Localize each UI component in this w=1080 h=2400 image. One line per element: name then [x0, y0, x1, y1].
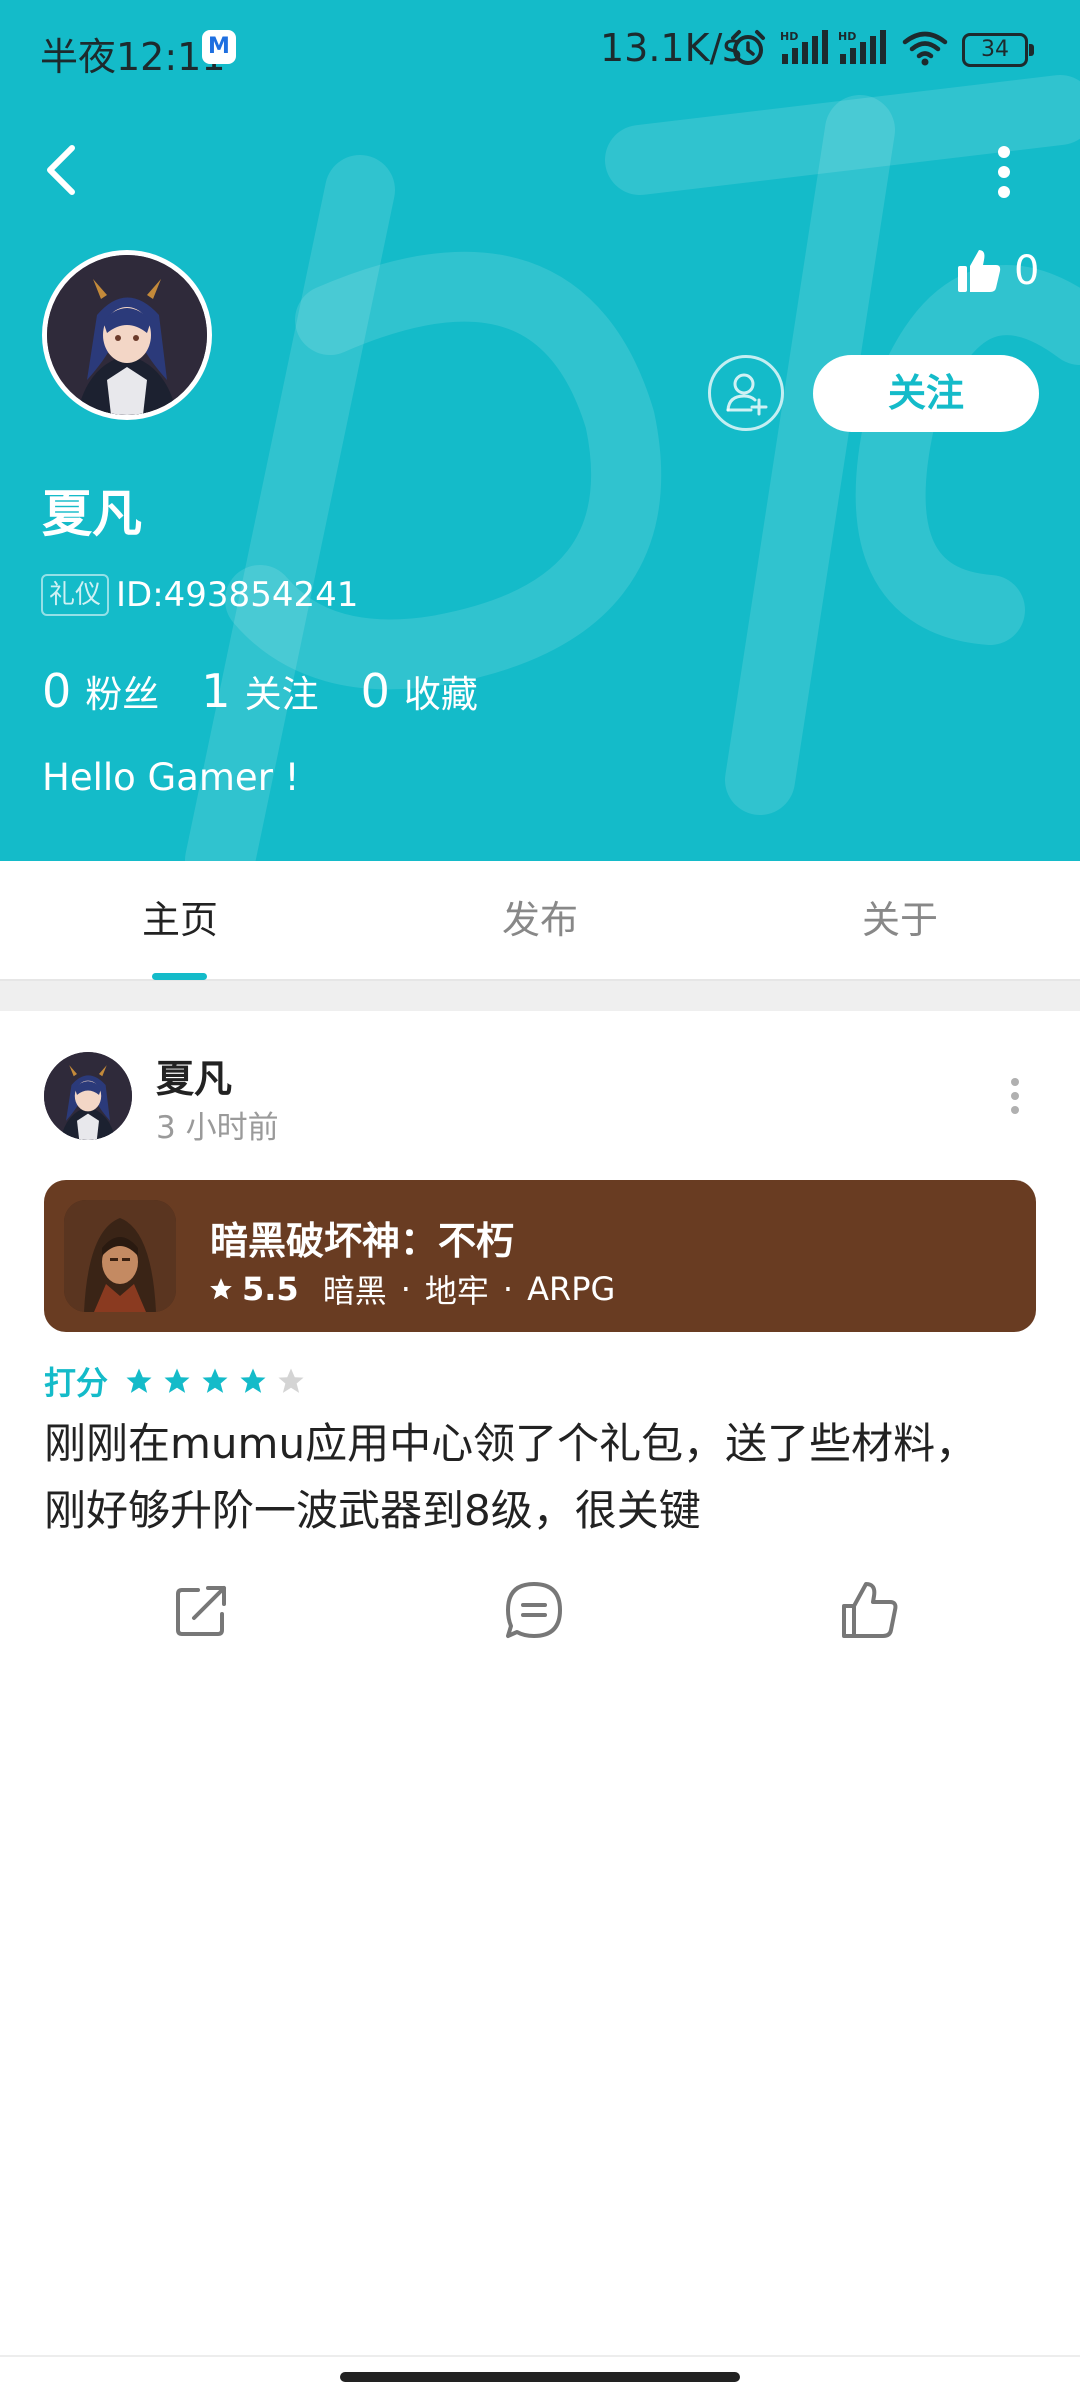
- follow-button[interactable]: 关注: [813, 355, 1039, 432]
- avatar-illustration-small: [44, 1052, 132, 1140]
- status-time: 半夜12:11: [40, 35, 226, 79]
- post-more-icon[interactable]: [1000, 1076, 1030, 1116]
- like-icon[interactable]: [838, 1578, 902, 1642]
- post-author-avatar[interactable]: [44, 1052, 132, 1140]
- stat-fans-label: 粉丝: [85, 673, 160, 716]
- game-meta: 5.5 暗黑 · 地牢 · ARPG: [208, 1266, 615, 1312]
- add-friend-button[interactable]: [708, 355, 784, 431]
- svg-text:HD: HD: [780, 30, 798, 43]
- tab-posts[interactable]: 发布: [360, 861, 720, 979]
- profile-bio: Hello Gamer !: [42, 756, 300, 799]
- stat-following-label: 关注: [244, 673, 319, 716]
- profile-header: 半夜12:11 M 13.1K/s HD HD 34 0 关注 夏凡 礼仪 ID…: [0, 0, 1080, 861]
- stat-favorites[interactable]: 0 收藏: [361, 664, 478, 718]
- stat-favorites-count: 0: [360, 664, 390, 718]
- post-timestamp: 3 小时前: [156, 1110, 279, 1146]
- svg-text:HD: HD: [838, 30, 856, 43]
- profile-like[interactable]: 0: [956, 248, 1039, 294]
- comment-icon[interactable]: [502, 1578, 566, 1642]
- game-score: 5.5: [242, 1270, 299, 1308]
- stat-fans[interactable]: 0 粉丝: [42, 664, 159, 718]
- user-id: ID:493854241: [116, 575, 359, 615]
- avatar-illustration: [47, 255, 207, 415]
- post-rating: 打分: [44, 1358, 314, 1404]
- star-filled-icon: [240, 1368, 266, 1393]
- rating-stars: [124, 1366, 314, 1396]
- post-text-line: 刚刚在mumu应用中心领了个礼包，送了些材料，: [44, 1419, 978, 1468]
- status-bar: 半夜12:11 M 13.1K/s HD HD 34: [0, 0, 1080, 96]
- post-text-line: 刚好够升阶一波武器到8级，很关键: [44, 1486, 701, 1535]
- section-divider: [0, 981, 1080, 1011]
- active-tab-indicator: [152, 973, 207, 980]
- username: 夏凡: [42, 485, 142, 543]
- star-filled-icon: [126, 1368, 152, 1393]
- tab-home[interactable]: 主页: [0, 861, 360, 979]
- signal-icon-2: HD: [838, 30, 886, 64]
- alarm-icon: [731, 30, 765, 65]
- app-notification-icon: M: [202, 30, 236, 64]
- tag-separator: ·: [400, 1270, 411, 1308]
- stat-fans-count: 0: [42, 664, 72, 718]
- signal-icon: HD: [780, 30, 828, 64]
- game-cover-art: [64, 1200, 176, 1312]
- star-filled-icon: [202, 1368, 228, 1393]
- thumbs-up-icon: [958, 250, 1001, 292]
- star-empty-icon: [278, 1368, 304, 1393]
- profile-tabs: 主页 发布 关于: [0, 861, 1080, 981]
- network-speed: 13.1K/s: [600, 26, 743, 70]
- back-icon[interactable]: [38, 142, 88, 198]
- wifi-icon: [902, 31, 948, 66]
- stat-following[interactable]: 1 关注: [201, 664, 318, 718]
- tab-about[interactable]: 关于: [720, 861, 1080, 979]
- profile-stats: 0 粉丝 1 关注 0 收藏: [42, 664, 520, 718]
- game-tag: 地牢: [424, 1272, 489, 1310]
- tag-separator: ·: [502, 1270, 514, 1308]
- add-user-icon: [726, 373, 768, 416]
- game-tag: 暗黑: [322, 1272, 387, 1310]
- rating-label: 打分: [44, 1364, 109, 1402]
- star-filled-icon: [164, 1368, 190, 1393]
- more-options-icon[interactable]: [984, 142, 1024, 202]
- like-count: 0: [1014, 248, 1040, 294]
- game-card[interactable]: 暗黑破坏神：不朽 5.5 暗黑 · 地牢 · ARPG: [44, 1180, 1036, 1332]
- stat-favorites-label: 收藏: [403, 673, 478, 716]
- game-title: 暗黑破坏神：不朽: [210, 1219, 515, 1263]
- game-tag: ARPG: [527, 1270, 616, 1308]
- avatar[interactable]: [42, 250, 212, 420]
- post-content[interactable]: 刚刚在mumu应用中心领了个礼包，送了些材料， 刚好够升阶一波武器到8级，很关键: [44, 1410, 1044, 1544]
- home-indicator[interactable]: [340, 2372, 740, 2382]
- share-icon[interactable]: [170, 1578, 234, 1642]
- star-icon: [210, 1278, 232, 1300]
- game-icon: [64, 1200, 176, 1312]
- battery-indicator: 34: [962, 33, 1034, 67]
- post-author-name[interactable]: 夏凡: [156, 1048, 232, 1103]
- stat-following-count: 1: [201, 664, 231, 718]
- etiquette-badge[interactable]: 礼仪: [41, 574, 110, 616]
- nav-bar-divider: [0, 2355, 1080, 2357]
